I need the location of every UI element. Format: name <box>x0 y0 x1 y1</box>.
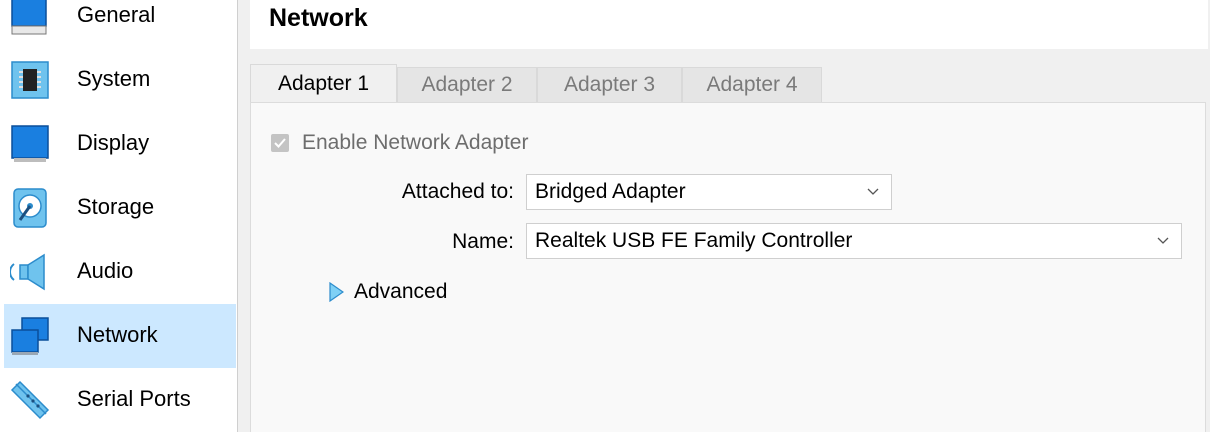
sidebar-item-system[interactable]: System <box>4 48 236 112</box>
page-title: Network <box>269 4 368 32</box>
sidebar-item-audio[interactable]: Audio <box>4 240 236 304</box>
tab-adapter-1[interactable]: Adapter 1 <box>250 64 397 103</box>
sidebar-item-label: Storage <box>77 194 155 219</box>
chevron-down-icon <box>1157 237 1169 244</box>
settings-sidebar: General System Display Storage Audio Net… <box>0 0 238 432</box>
checkbox-checked-icon <box>271 134 289 152</box>
general-icon <box>11 0 47 35</box>
chip-icon <box>11 61 49 99</box>
name-label: Name: <box>452 230 514 253</box>
disk-icon <box>13 188 47 228</box>
network-settings-window: General System Display Storage Audio Net… <box>0 0 1210 432</box>
sidebar-item-label: General <box>77 2 156 27</box>
speaker-icon <box>10 253 45 291</box>
network-icon <box>11 317 49 355</box>
sidebar-item-general[interactable]: General <box>4 0 236 48</box>
sidebar-item-label: Audio <box>77 258 134 283</box>
sidebar-item-label: Serial Ports <box>77 386 191 411</box>
sidebar-item-display[interactable]: Display <box>4 112 236 176</box>
enable-network-adapter-label: Enable Network Adapter <box>302 131 529 154</box>
page-header: Network <box>250 0 1208 49</box>
monitor-icon <box>11 125 49 162</box>
enable-network-adapter-checkbox[interactable]: Enable Network Adapter <box>271 131 528 155</box>
tab-adapter-4[interactable]: Adapter 4 <box>682 67 822 102</box>
serial-port-icon <box>10 380 50 420</box>
sidebar-item-label: Network <box>77 322 158 347</box>
tab-adapter-2[interactable]: Adapter 2 <box>397 67 537 102</box>
sidebar-item-serial-ports[interactable]: Serial Ports <box>4 368 236 432</box>
attached-to-label: Attached to: <box>401 180 514 203</box>
sidebar-item-label: Display <box>77 130 150 155</box>
adapter-tabs: Adapter 1 Adapter 2 Adapter 3 Adapter 4 <box>250 64 1210 103</box>
chevron-down-icon <box>867 188 879 195</box>
sidebar-item-label: System <box>77 66 151 91</box>
sidebar-item-network[interactable]: Network <box>4 304 236 368</box>
tab-adapter-3[interactable]: Adapter 3 <box>537 67 682 102</box>
adapter-name-value: Realtek USB FE Family Controller <box>535 229 853 252</box>
advanced-label: Advanced <box>354 280 448 303</box>
advanced-expander[interactable]: Advanced <box>329 278 447 306</box>
attached-to-select[interactable]: Bridged Adapter <box>526 174 892 210</box>
adapter-name-select[interactable]: Realtek USB FE Family Controller <box>526 223 1182 259</box>
attached-to-value: Bridged Adapter <box>535 180 686 203</box>
sidebar-item-storage[interactable]: Storage <box>4 176 236 240</box>
expand-arrow-icon <box>329 282 344 302</box>
